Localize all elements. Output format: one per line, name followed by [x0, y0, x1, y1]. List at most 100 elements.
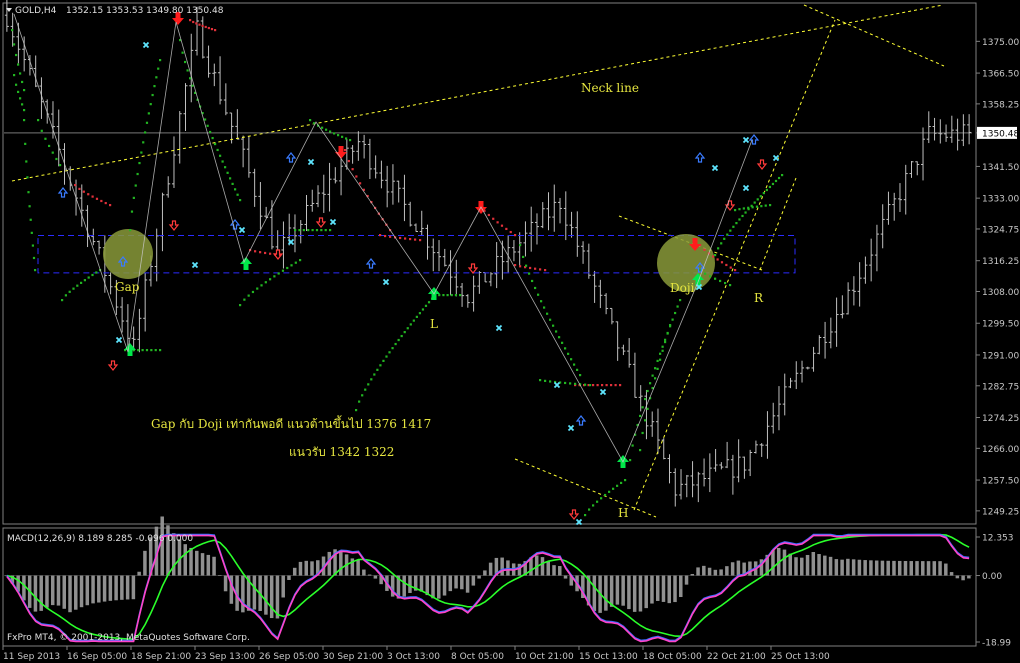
price-tick-label: 1266.00 [982, 445, 1019, 455]
trading-chart-window: GOLD,H4 1352.15 1353.53 1349.80 1350.48 … [0, 0, 1020, 663]
sar-dot [355, 175, 358, 178]
sar-dot [406, 327, 409, 330]
sar-dot [726, 233, 729, 236]
sar-dot [409, 323, 412, 326]
macd-histogram-bar [719, 569, 723, 576]
sar-dot [17, 63, 20, 66]
sar-dot [367, 383, 370, 386]
time-tick-label: 26 Sep 05:00 [259, 652, 319, 662]
sar-dot [544, 269, 547, 272]
sar-dot [361, 394, 364, 397]
macd-histogram-bar [730, 562, 735, 576]
time-tick-label: 8 Oct 05:00 [451, 652, 504, 662]
macd-histogram-bar [926, 561, 931, 576]
macd-histogram-bar [292, 567, 297, 576]
sar-dot [80, 281, 83, 284]
sar-dot [82, 190, 85, 193]
macd-histogram-bar [967, 575, 971, 579]
sar-dot [214, 142, 217, 146]
sar-dot [264, 251, 267, 255]
left-shoulder-label: L [430, 317, 438, 331]
macd-histogram-bar [264, 575, 268, 615]
macd-histogram-bar [805, 554, 810, 576]
sar-dot [714, 277, 717, 280]
macd-histogram-bar [373, 575, 378, 579]
sar-dot [256, 287, 259, 290]
macd-histogram-bar [874, 560, 879, 576]
sar-dot [145, 349, 149, 352]
sar-dot [294, 261, 297, 264]
sar-dot [596, 500, 599, 503]
sar-dot [729, 229, 732, 232]
sar-dot [298, 229, 301, 232]
price-tick-label: 1366.50 [982, 70, 1019, 80]
sar-dot [641, 431, 644, 435]
macd-histogram-bar [108, 575, 113, 601]
sar-dot [496, 221, 499, 224]
time-tick-label: 3 Oct 13:00 [387, 652, 440, 662]
price-tick-label: 1291.00 [982, 351, 1019, 361]
sar-dot [781, 174, 784, 177]
price-tick-label: 1274.25 [982, 414, 1019, 424]
sar-dot [552, 324, 555, 327]
sar-dot [768, 185, 772, 189]
sar-dot [592, 504, 595, 507]
macd-histogram-bar [857, 559, 862, 576]
sar-dot [641, 406, 644, 409]
sar-dot [269, 252, 272, 255]
sar-dot [669, 324, 672, 327]
sar-dot [404, 237, 407, 240]
sar-dot [281, 269, 285, 272]
sar-dot [214, 29, 217, 32]
sar-dot [573, 363, 576, 366]
sar-dot [412, 319, 415, 322]
macd-histogram-bar [707, 567, 712, 576]
sar-dot [226, 171, 229, 174]
sar-dot [109, 204, 112, 207]
sar-dot [654, 367, 657, 370]
sar-dot [579, 374, 582, 377]
sar-dot [608, 490, 611, 493]
sar-dot [32, 256, 36, 260]
time-tick-label: 23 Sep 13:00 [195, 652, 255, 662]
sar-dot [531, 279, 534, 283]
sar-dot [592, 384, 595, 387]
sar-dot [55, 157, 58, 161]
macd-histogram-bar [903, 561, 908, 576]
sar-dot [539, 268, 542, 271]
sar-dot [68, 290, 71, 293]
gap-highlight[interactable] [103, 229, 153, 279]
sar-dot [21, 103, 24, 106]
sar-dot [269, 278, 272, 281]
sar-dot [355, 409, 358, 412]
macd-histogram-bar [667, 575, 671, 604]
sar-dot [273, 275, 276, 278]
sar-dot [153, 85, 156, 88]
sar-dot [61, 299, 64, 302]
sar-dot [142, 141, 145, 144]
sar-dot [159, 349, 162, 352]
sar-dot [629, 459, 632, 462]
macd-histogram-bar [609, 575, 614, 607]
macd-histogram-bar [880, 560, 885, 576]
sar-dot [725, 263, 728, 267]
macd-histogram-bar [811, 551, 816, 576]
sar-dot [522, 255, 525, 259]
macd-histogram-bar [367, 574, 372, 576]
sar-dot [91, 195, 94, 198]
sar-dot [91, 273, 94, 277]
macd-histogram-bar [932, 561, 937, 576]
sar-dot [734, 209, 737, 212]
sar-dot [264, 281, 267, 284]
macd-histogram-bar [558, 566, 562, 576]
sar-dot [259, 251, 262, 254]
time-tick-label: 22 Oct 21:00 [707, 652, 766, 662]
price-tick-label: 1333.00 [982, 195, 1019, 205]
sar-dot [209, 130, 212, 134]
macd-histogram-bar [592, 575, 597, 612]
sar-dot [418, 312, 422, 315]
macd-histogram-bar [500, 557, 504, 576]
sar-dot [564, 347, 567, 350]
sar-dot [72, 287, 75, 290]
sar-dot [37, 119, 40, 122]
